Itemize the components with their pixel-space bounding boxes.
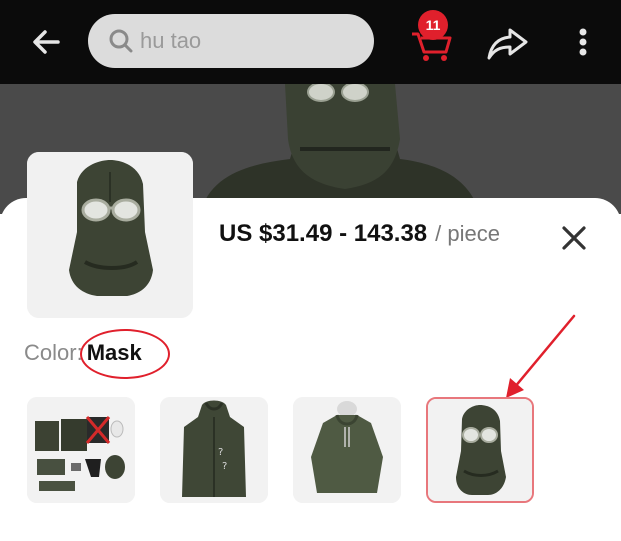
search-bar[interactable]: hu tao bbox=[88, 14, 374, 68]
option-long-coat[interactable]: ? ? bbox=[160, 397, 268, 503]
more-options-button[interactable] bbox=[568, 20, 598, 64]
hoodie-product-image bbox=[293, 397, 401, 503]
price-unit-text: / piece bbox=[435, 221, 500, 246]
more-vertical-icon bbox=[579, 28, 587, 56]
search-query-text: hu tao bbox=[140, 28, 202, 53]
selected-product-thumbnail bbox=[27, 152, 193, 318]
option-hoodie[interactable] bbox=[293, 397, 401, 503]
share-icon bbox=[487, 28, 528, 60]
color-label: Color: bbox=[24, 340, 83, 365]
close-icon bbox=[562, 226, 586, 250]
back-arrow-icon bbox=[33, 30, 60, 54]
full-set-product-image bbox=[27, 397, 135, 503]
annotation-arrow bbox=[506, 314, 576, 398]
option-full-set[interactable] bbox=[27, 397, 135, 503]
mask-product-image bbox=[27, 152, 193, 318]
cart-count-badge: 11 bbox=[418, 10, 448, 40]
svg-text:?: ? bbox=[218, 447, 223, 458]
back-button[interactable] bbox=[26, 22, 66, 62]
search-icon bbox=[109, 29, 133, 53]
cart-button[interactable]: 11 bbox=[408, 10, 458, 64]
price-range: US $31.49 - 143.38 / piece bbox=[219, 220, 500, 254]
top-app-bar: hu tao 11 bbox=[0, 0, 621, 84]
share-button[interactable] bbox=[484, 22, 532, 62]
long-coat-product-image: ? ? bbox=[160, 397, 268, 503]
price-text: US $31.49 - 143.38 bbox=[219, 220, 428, 247]
mask-option-image bbox=[428, 399, 532, 501]
svg-text:?: ? bbox=[222, 461, 227, 472]
annotation-ellipse bbox=[80, 329, 170, 379]
option-mask[interactable] bbox=[426, 397, 534, 503]
close-sheet-button[interactable] bbox=[558, 222, 590, 254]
